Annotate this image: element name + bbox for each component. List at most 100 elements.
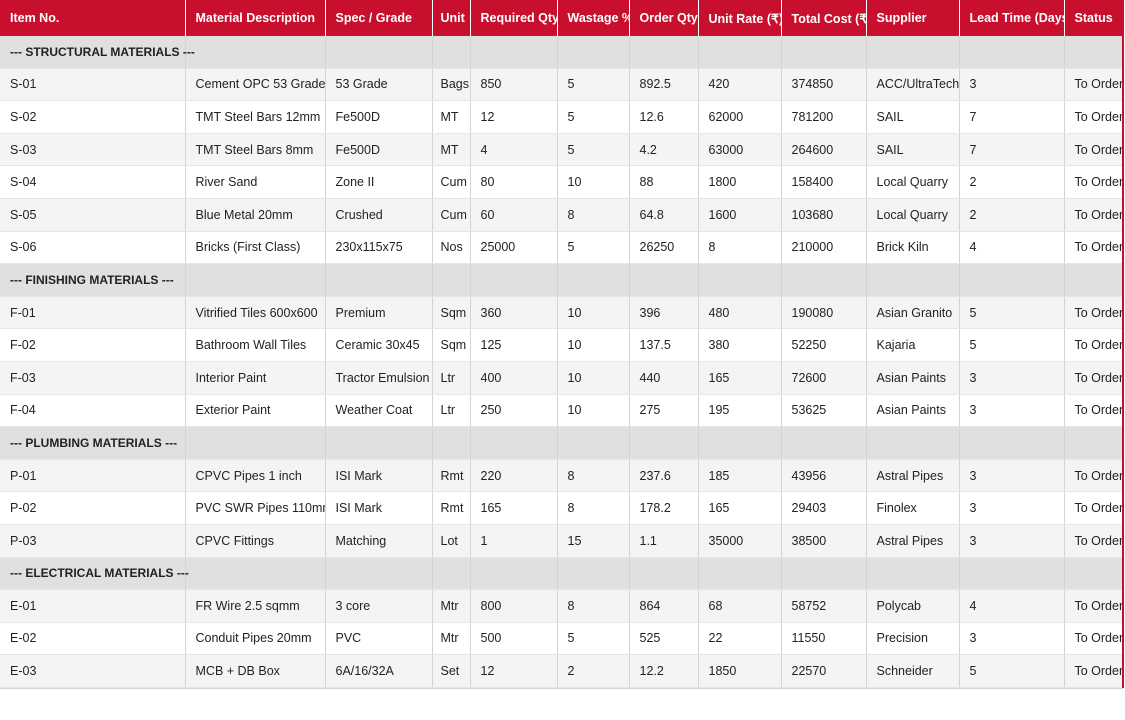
cell-order-qty[interactable]: 4.2	[629, 133, 699, 167]
cell-unit-rate[interactable]: 185	[698, 459, 782, 493]
cell-unit-rate[interactable]: 165	[698, 491, 782, 525]
cell-material-description[interactable]: MCB + DB Box	[185, 654, 326, 688]
cell-total-cost[interactable]: 190080	[781, 296, 867, 330]
cell-wastage[interactable]: 8	[557, 459, 630, 493]
cell-wastage[interactable]: 5	[557, 133, 630, 167]
column-header-unit-rate[interactable]: Unit Rate (₹)	[698, 0, 782, 36]
cell-supplier[interactable]: Asian Paints	[866, 361, 960, 395]
cell-required-qty[interactable]: 165	[470, 491, 558, 525]
cell-wastage[interactable]: 8	[557, 491, 630, 525]
cell-total-cost[interactable]: 38500	[781, 524, 867, 558]
column-header-item-no[interactable]: Item No.	[0, 0, 186, 36]
cell-unit-rate[interactable]: 68	[698, 589, 782, 623]
cell-required-qty[interactable]: 360	[470, 296, 558, 330]
cell-order-qty[interactable]: 26250	[629, 231, 699, 265]
cell-lead-time[interactable]: 3	[959, 394, 1065, 428]
cell-unit-rate[interactable]: 62000	[698, 100, 782, 134]
cell-status[interactable]: To Order	[1064, 524, 1124, 558]
cell-supplier[interactable]: Precision	[866, 622, 960, 656]
table-row[interactable]: F-02 Bathroom Wall Tiles Ceramic 30x45 Sqm 1…	[0, 328, 1124, 362]
cell-total-cost[interactable]: 53625	[781, 394, 867, 428]
cell-supplier[interactable]: Astral Pipes	[866, 524, 960, 558]
cell-wastage[interactable]: 5	[557, 231, 630, 265]
cell-required-qty[interactable]: 80	[470, 165, 558, 199]
cell-status[interactable]: To Order	[1064, 589, 1124, 623]
cell-required-qty[interactable]: 125	[470, 328, 558, 362]
cell-lead-time[interactable]: 5	[959, 296, 1065, 330]
cell-unit-rate[interactable]: 22	[698, 622, 782, 656]
cell-unit[interactable]: Rmt	[432, 491, 471, 525]
cell-status[interactable]: To Order	[1064, 361, 1124, 395]
cell-lead-time[interactable]: 4	[959, 231, 1065, 265]
cell-supplier[interactable]: ACC/UltraTech	[866, 68, 960, 102]
cell-lead-time[interactable]: 3	[959, 361, 1065, 395]
cell-order-qty[interactable]: 275	[629, 394, 699, 428]
column-header-order-qty[interactable]: Order Qty	[629, 0, 699, 36]
table-row[interactable]: S-04 River Sand Zone II Cum 80 10 88 1800 158400…	[0, 165, 1124, 199]
cell-material-description[interactable]: CPVC Fittings	[185, 524, 326, 558]
cell-unit[interactable]: Set	[432, 654, 471, 688]
cell-spec-grade[interactable]: Ceramic 30x45	[325, 328, 433, 362]
cell-item-no[interactable]: P-03	[0, 524, 186, 558]
cell-status[interactable]: To Order	[1064, 654, 1124, 688]
table-row[interactable]: F-03 Interior Paint Tractor Emulsion Ltr 400…	[0, 361, 1124, 395]
column-header-supplier[interactable]: Supplier	[866, 0, 960, 36]
cell-wastage[interactable]: 8	[557, 198, 630, 232]
cell-status[interactable]: To Order	[1064, 491, 1124, 525]
cell-unit[interactable]: Lot	[432, 524, 471, 558]
cell-unit-rate[interactable]: 195	[698, 394, 782, 428]
cell-required-qty[interactable]: 250	[470, 394, 558, 428]
cell-item-no[interactable]: P-02	[0, 491, 186, 525]
cell-wastage[interactable]: 10	[557, 394, 630, 428]
cell-supplier[interactable]: Finolex	[866, 491, 960, 525]
cell-order-qty[interactable]: 237.6	[629, 459, 699, 493]
cell-lead-time[interactable]: 4	[959, 589, 1065, 623]
column-header-material-description[interactable]: Material Description	[185, 0, 326, 36]
table-row[interactable]: E-03 MCB + DB Box 6A/16/32A Set 12 2 12.2 1850 2…	[0, 654, 1124, 688]
cell-order-qty[interactable]: 88	[629, 165, 699, 199]
table-row[interactable]: P-02 PVC SWR Pipes 110mm ISI Mark Rmt 165 8 17…	[0, 491, 1124, 525]
cell-total-cost[interactable]: 374850	[781, 68, 867, 102]
table-row[interactable]: P-03 CPVC Fittings Matching Lot 1 15 1.1 35000 3…	[0, 524, 1124, 558]
cell-material-description[interactable]: FR Wire 2.5 sqmm	[185, 589, 326, 623]
cell-unit[interactable]: Sqm	[432, 328, 471, 362]
cell-supplier[interactable]: SAIL	[866, 133, 960, 167]
cell-lead-time[interactable]: 7	[959, 100, 1065, 134]
cell-lead-time[interactable]: 5	[959, 654, 1065, 688]
cell-spec-grade[interactable]: 230x115x75	[325, 231, 433, 265]
cell-wastage[interactable]: 10	[557, 328, 630, 362]
cell-unit[interactable]: MT	[432, 100, 471, 134]
cell-spec-grade[interactable]: ISI Mark	[325, 491, 433, 525]
cell-order-qty[interactable]: 892.5	[629, 68, 699, 102]
cell-order-qty[interactable]: 64.8	[629, 198, 699, 232]
cell-unit[interactable]: Cum	[432, 165, 471, 199]
cell-unit[interactable]: Mtr	[432, 589, 471, 623]
cell-supplier[interactable]: SAIL	[866, 100, 960, 134]
cell-status[interactable]: To Order	[1064, 231, 1124, 265]
cell-item-no[interactable]: E-01	[0, 589, 186, 623]
cell-order-qty[interactable]: 396	[629, 296, 699, 330]
cell-order-qty[interactable]: 178.2	[629, 491, 699, 525]
column-header-unit[interactable]: Unit	[432, 0, 471, 36]
cell-item-no[interactable]: F-04	[0, 394, 186, 428]
cell-lead-time[interactable]: 2	[959, 165, 1065, 199]
cell-total-cost[interactable]: 11550	[781, 622, 867, 656]
table-row[interactable]: E-01 FR Wire 2.5 sqmm 3 core Mtr 800 8 864 68 58…	[0, 589, 1124, 623]
cell-supplier[interactable]: Local Quarry	[866, 165, 960, 199]
cell-material-description[interactable]: Conduit Pipes 20mm	[185, 622, 326, 656]
cell-lead-time[interactable]: 3	[959, 524, 1065, 558]
cell-required-qty[interactable]: 800	[470, 589, 558, 623]
cell-order-qty[interactable]: 12.6	[629, 100, 699, 134]
table-row[interactable]: S-06 Bricks (First Class) 230x115x75 Nos 250…	[0, 231, 1124, 265]
cell-item-no[interactable]: E-03	[0, 654, 186, 688]
cell-item-no[interactable]: P-01	[0, 459, 186, 493]
cell-unit[interactable]: Rmt	[432, 459, 471, 493]
cell-unit-rate[interactable]: 35000	[698, 524, 782, 558]
cell-spec-grade[interactable]: 6A/16/32A	[325, 654, 433, 688]
table-row[interactable]: S-01 Cement OPC 53 Grade 53 Grade Bags 850 5 8…	[0, 68, 1124, 102]
column-header-total-cost[interactable]: Total Cost (₹)	[781, 0, 867, 36]
cell-supplier[interactable]: Schneider	[866, 654, 960, 688]
cell-unit-rate[interactable]: 1850	[698, 654, 782, 688]
cell-status[interactable]: To Order	[1064, 394, 1124, 428]
cell-order-qty[interactable]: 1.1	[629, 524, 699, 558]
